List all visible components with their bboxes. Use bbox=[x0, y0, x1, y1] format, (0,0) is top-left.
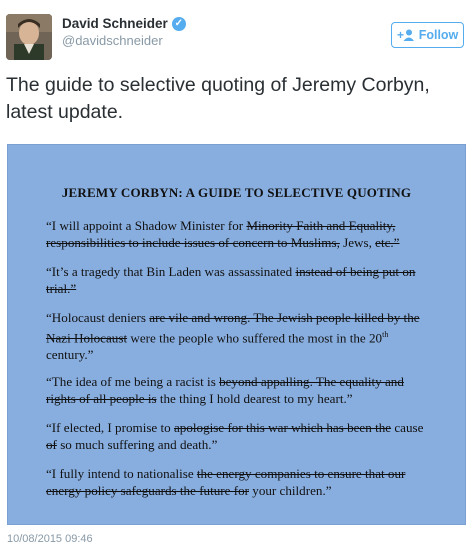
quote-5: “If elected, I promise to apologise for … bbox=[46, 420, 424, 452]
avatar-portrait-icon bbox=[6, 14, 52, 60]
tweet-text: The guide to selective quoting of Jeremy… bbox=[6, 74, 430, 123]
quote-1: “I will appoint a Shadow Minister for Mi… bbox=[46, 218, 400, 250]
tweet-image[interactable]: JEREMY CORBYN: A GUIDE TO SELECTIVE QUOT… bbox=[7, 144, 466, 525]
svg-text:+: + bbox=[397, 29, 404, 41]
verified-badge-icon: ✓ bbox=[171, 16, 186, 31]
follow-button[interactable]: + Follow bbox=[391, 22, 464, 48]
follow-label: Follow bbox=[418, 28, 459, 42]
author-handle[interactable]: @davidschneider bbox=[62, 33, 163, 48]
quote-4: “The idea of me being a racist is beyond… bbox=[46, 374, 404, 406]
quote-2: “It’s a tragedy that Bin Laden was assas… bbox=[46, 264, 416, 296]
author-name[interactable]: David Schneider ✓ bbox=[62, 16, 186, 31]
follow-person-icon: + bbox=[397, 29, 414, 41]
author-name-text[interactable]: David Schneider bbox=[62, 16, 168, 31]
author-avatar[interactable] bbox=[6, 14, 52, 60]
tweet-timestamp[interactable]: 10/08/2015 09:46 bbox=[7, 533, 93, 545]
image-title: JEREMY CORBYN: A GUIDE TO SELECTIVE QUOT… bbox=[61, 185, 412, 200]
quote-3: “Holocaust deniers are vile and wrong. T… bbox=[46, 310, 420, 363]
quote-6: “I fully intend to nationalise the energ… bbox=[46, 466, 406, 498]
